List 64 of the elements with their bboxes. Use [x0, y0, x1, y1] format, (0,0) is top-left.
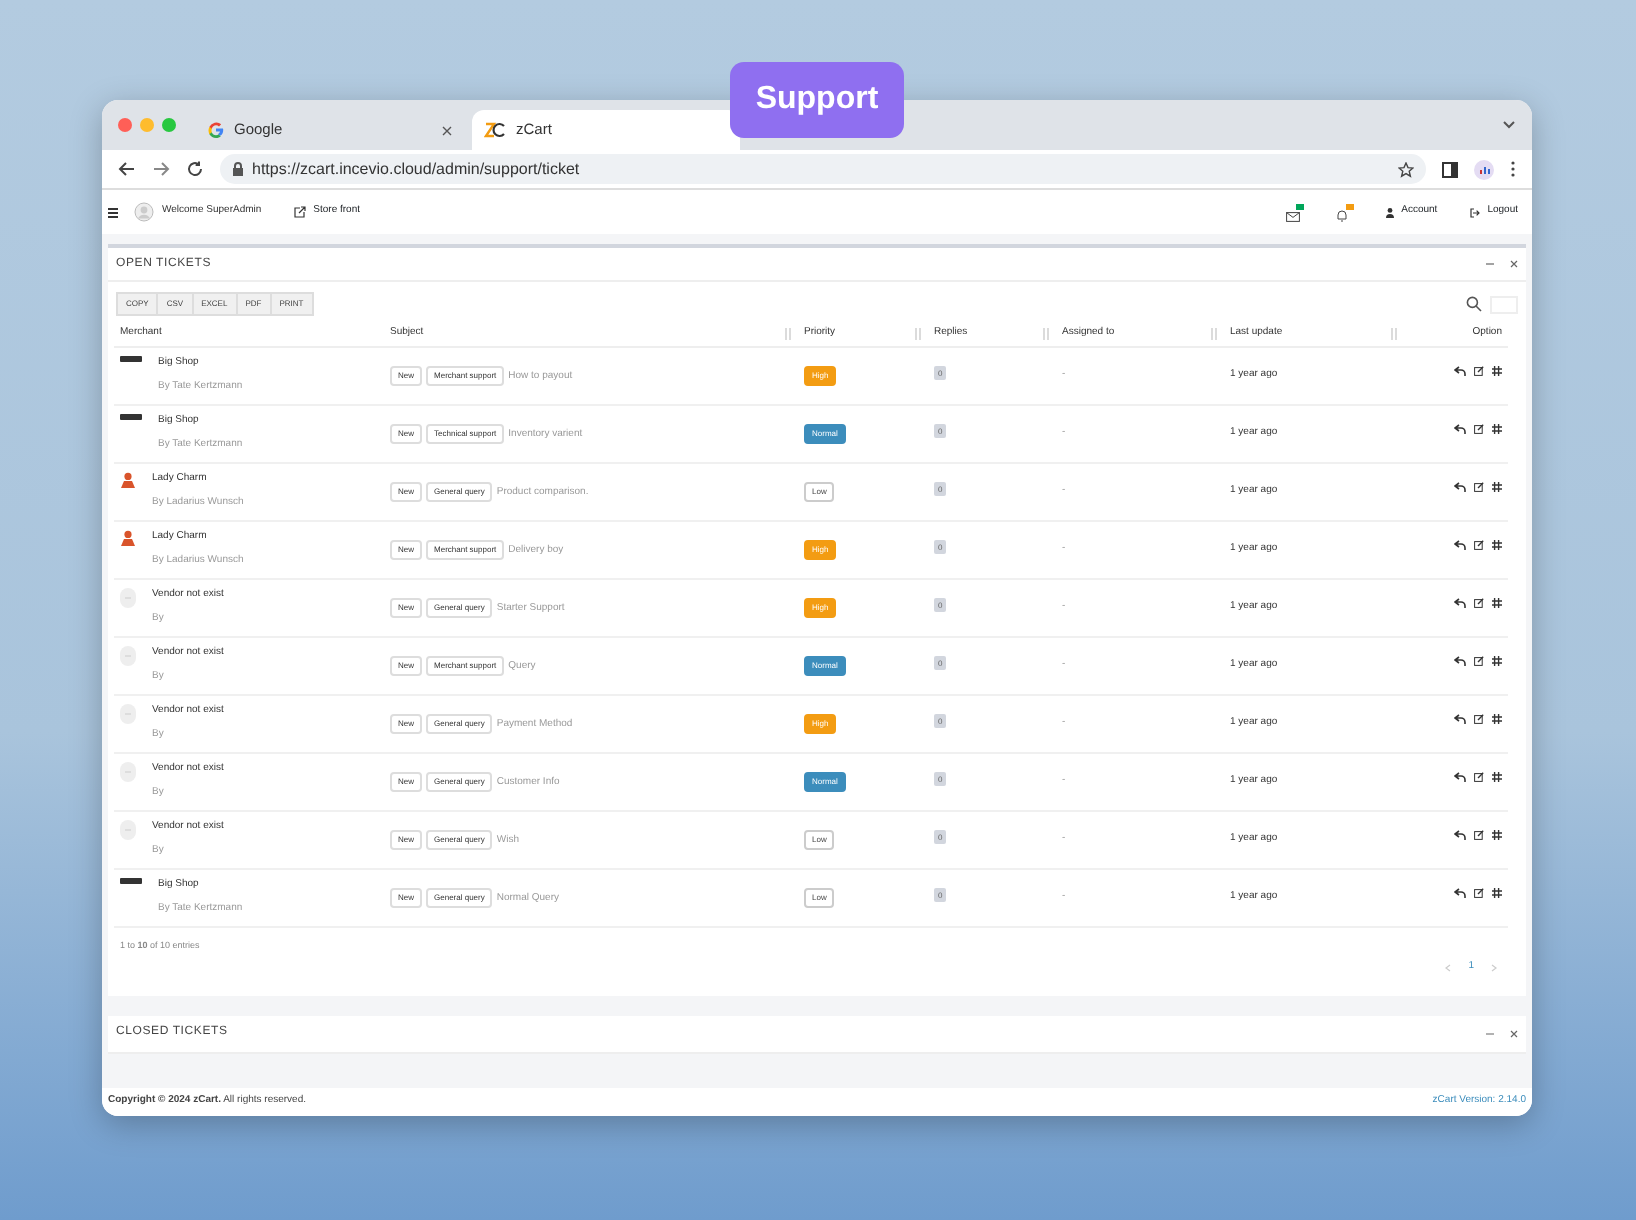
menu-icon[interactable] — [108, 207, 118, 217]
edit-icon[interactable] — [1474, 598, 1484, 609]
sidebar-icon[interactable] — [1442, 161, 1458, 177]
person-logo-icon — [120, 530, 136, 546]
edit-icon[interactable] — [1474, 366, 1484, 377]
shop-logo-icon — [120, 878, 142, 884]
bell-notification-icon[interactable] — [1335, 203, 1354, 221]
chevron-down-icon[interactable] — [1502, 120, 1516, 130]
edit-icon[interactable] — [1474, 656, 1484, 667]
placeholder-logo-icon — [120, 646, 136, 666]
reload-icon[interactable] — [186, 160, 204, 178]
edit-icon[interactable] — [1474, 714, 1484, 725]
delete-icon[interactable] — [1492, 424, 1502, 435]
search-icon[interactable] — [1466, 296, 1482, 312]
reply-icon[interactable] — [1454, 888, 1466, 899]
reply-icon[interactable] — [1454, 656, 1466, 667]
reply-icon[interactable] — [1454, 598, 1466, 609]
placeholder-logo-icon — [120, 588, 136, 608]
logout-icon — [1469, 207, 1480, 217]
edit-icon[interactable] — [1474, 424, 1484, 435]
forward-icon[interactable] — [152, 160, 170, 178]
edit-icon[interactable] — [1474, 888, 1484, 899]
back-icon[interactable] — [118, 160, 136, 178]
delete-icon[interactable] — [1492, 366, 1502, 377]
address-bar[interactable]: https://zcart.incevio.cloud/admin/support/ticket — [220, 154, 1426, 184]
delete-icon[interactable] — [1492, 714, 1502, 725]
person-logo-icon — [120, 472, 136, 488]
close-tab-icon[interactable] — [442, 125, 452, 135]
google-icon — [208, 122, 224, 138]
shop-logo-icon — [120, 356, 142, 362]
zcart-logo-icon — [484, 122, 506, 138]
reply-icon[interactable] — [1454, 366, 1466, 377]
edit-icon[interactable] — [1474, 830, 1484, 841]
mail-notification-icon[interactable] — [1285, 203, 1304, 221]
reply-icon[interactable] — [1454, 772, 1466, 783]
avatar-icon — [134, 202, 154, 222]
support-badge: Support — [730, 62, 904, 138]
edit-icon[interactable] — [1474, 540, 1484, 551]
delete-icon[interactable] — [1492, 888, 1502, 899]
placeholder-logo-icon — [120, 704, 136, 724]
star-icon[interactable] — [1398, 161, 1414, 177]
reply-icon[interactable] — [1454, 424, 1466, 435]
close-icon[interactable] — [1510, 1029, 1518, 1038]
delete-icon[interactable] — [1492, 540, 1502, 551]
lock-icon — [232, 162, 244, 176]
reply-icon[interactable] — [1454, 482, 1466, 493]
user-icon — [1385, 207, 1394, 217]
delete-icon[interactable] — [1492, 482, 1502, 493]
reply-icon[interactable] — [1454, 540, 1466, 551]
reply-icon[interactable] — [1454, 714, 1466, 725]
edit-icon[interactable] — [1474, 772, 1484, 783]
placeholder-logo-icon — [120, 820, 136, 840]
edit-icon[interactable] — [1474, 482, 1484, 493]
delete-icon[interactable] — [1492, 656, 1502, 667]
external-link-icon — [293, 206, 306, 218]
delete-icon[interactable] — [1492, 830, 1502, 841]
delete-icon[interactable] — [1492, 772, 1502, 783]
profile-icon[interactable] — [1474, 159, 1494, 179]
menu-dots-icon[interactable] — [1510, 160, 1516, 178]
close-icon[interactable] — [1510, 260, 1518, 268]
delete-icon[interactable] — [1492, 598, 1502, 609]
shop-logo-icon — [120, 414, 142, 420]
reply-icon[interactable] — [1454, 830, 1466, 841]
placeholder-logo-icon — [120, 762, 136, 782]
